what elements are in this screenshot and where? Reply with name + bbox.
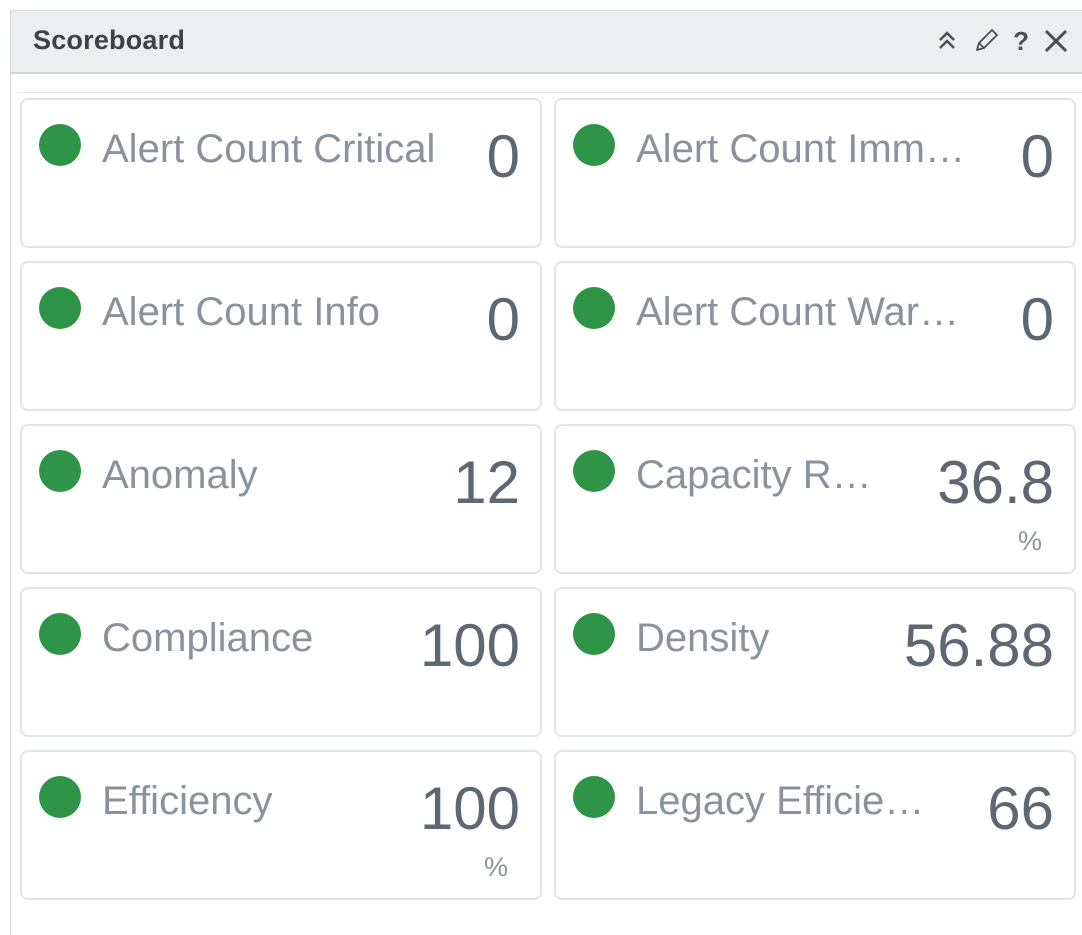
status-dot-icon: [39, 613, 81, 655]
tile-label: Anomaly: [102, 453, 258, 497]
score-tile-legacy-efficiency[interactable]: Legacy Efficie… 66: [554, 750, 1076, 900]
tile-value: 100: [419, 775, 520, 842]
help-glyph: ?: [1013, 25, 1029, 56]
status-dot-icon: [573, 450, 615, 492]
tile-label: Alert Count Critical: [102, 127, 436, 171]
score-tile-efficiency[interactable]: Efficiency 100 %: [20, 750, 542, 900]
score-tile-alert-count-critical[interactable]: Alert Count Critical 0: [20, 98, 542, 248]
status-dot-icon: [39, 124, 81, 166]
status-dot-icon: [39, 776, 81, 818]
status-dot-icon: [39, 450, 81, 492]
widget-title: Scoreboard: [33, 25, 186, 55]
tile-value: 66: [987, 775, 1054, 842]
score-tile-compliance[interactable]: Compliance 100: [20, 587, 542, 737]
status-dot-icon: [573, 613, 615, 655]
collapse-icon[interactable]: [935, 28, 959, 54]
tile-label: Compliance: [102, 616, 314, 660]
edit-icon[interactable]: [971, 26, 1001, 56]
scoreboard-grid: Alert Count Critical 0 Alert Count Imm… …: [20, 98, 1076, 900]
header-toolbar: ?: [935, 21, 1071, 61]
score-tile-capacity-r[interactable]: Capacity R… 36.8 %: [554, 424, 1076, 574]
tile-label: Legacy Efficie…: [636, 779, 925, 823]
status-dot-icon: [39, 287, 81, 329]
tile-value: 0: [1020, 286, 1054, 353]
tile-label: Density: [636, 616, 770, 660]
status-dot-icon: [573, 124, 615, 166]
tile-label: Alert Count Imm…: [636, 127, 965, 171]
widget-header: Scoreboard ?: [11, 10, 1082, 74]
tile-value: 0: [486, 123, 520, 190]
score-tile-alert-count-imm[interactable]: Alert Count Imm… 0: [554, 98, 1076, 248]
score-tile-anomaly[interactable]: Anomaly 12: [20, 424, 542, 574]
tile-value: 56.88: [903, 612, 1054, 679]
status-dot-icon: [573, 287, 615, 329]
tile-value: 100: [419, 612, 520, 679]
tile-unit: %: [1017, 526, 1042, 556]
tile-label: Efficiency: [102, 779, 273, 823]
tile-value: 0: [1020, 123, 1054, 190]
tile-label: Alert Count Info: [102, 290, 380, 334]
tile-value: 12: [453, 449, 520, 516]
tile-value: 36.8: [937, 449, 1054, 516]
status-dot-icon: [573, 776, 615, 818]
tile-label: Alert Count War…: [636, 290, 960, 334]
tile-value: 0: [486, 286, 520, 353]
score-tile-alert-count-war[interactable]: Alert Count War… 0: [554, 261, 1076, 411]
score-tile-density[interactable]: Density 56.88: [554, 587, 1076, 737]
score-tile-alert-count-info[interactable]: Alert Count Info 0: [20, 261, 542, 411]
header-divider: [17, 92, 1082, 93]
close-icon[interactable]: [1041, 26, 1071, 56]
tile-label: Capacity R…: [636, 453, 872, 497]
help-icon[interactable]: ?: [1013, 26, 1029, 57]
tile-unit: %: [483, 852, 508, 882]
scoreboard-widget: Scoreboard ? Alert Count Critical 0 Aler…: [10, 10, 1082, 935]
